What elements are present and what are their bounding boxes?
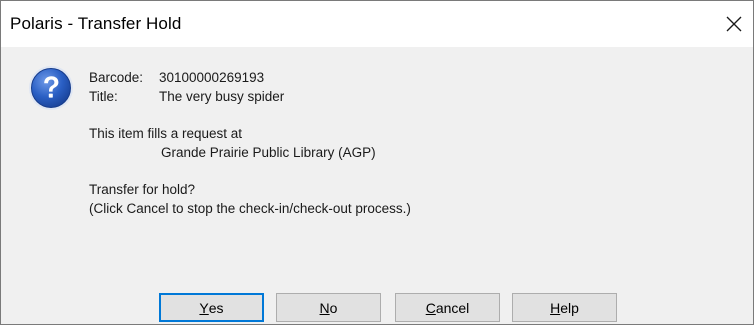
- title-row: Title: The very busy spider: [89, 87, 411, 106]
- help-button[interactable]: Help: [512, 293, 617, 322]
- help-accel: H: [550, 299, 561, 316]
- request-line: This item fills a request at: [89, 126, 243, 141]
- transfer-question: Transfer for hold?: [89, 182, 196, 197]
- close-button[interactable]: [719, 9, 749, 39]
- barcode-value: 30100000269193: [159, 70, 265, 85]
- yes-rest: es: [208, 299, 224, 316]
- help-rest: elp: [560, 299, 579, 316]
- question-icon: [29, 66, 73, 110]
- window-title: Polaris - Transfer Hold: [10, 14, 182, 33]
- title-bar[interactable]: Polaris - Transfer Hold: [1, 1, 753, 47]
- no-rest: o: [329, 299, 338, 316]
- close-x-icon: [726, 16, 742, 32]
- cancel-button[interactable]: Cancel: [395, 293, 500, 322]
- cancel-rest: ancel: [435, 299, 470, 316]
- no-accel: N: [319, 299, 330, 316]
- title-label: Title:: [89, 89, 118, 104]
- dialog-message: Barcode: 30100000269193 Title: The very bu…: [89, 68, 411, 218]
- no-button[interactable]: No: [276, 293, 381, 322]
- button-bar: Yes No Cancel Help: [1, 293, 753, 325]
- title-value: The very busy spider: [159, 89, 285, 104]
- transfer-hold-dialog: Polaris - Transfer Hold Barcode: 30100000…: [0, 0, 754, 325]
- yes-button[interactable]: Yes: [159, 293, 264, 322]
- cancel-note: (Click Cancel to stop the check-in/check…: [89, 201, 411, 216]
- yes-accel: Y: [199, 299, 209, 316]
- library-name: Grande Prairie Public Library (AGP): [161, 145, 376, 160]
- cancel-accel: C: [425, 299, 436, 316]
- barcode-label: Barcode:: [89, 70, 144, 85]
- barcode-row: Barcode: 30100000269193: [89, 68, 411, 87]
